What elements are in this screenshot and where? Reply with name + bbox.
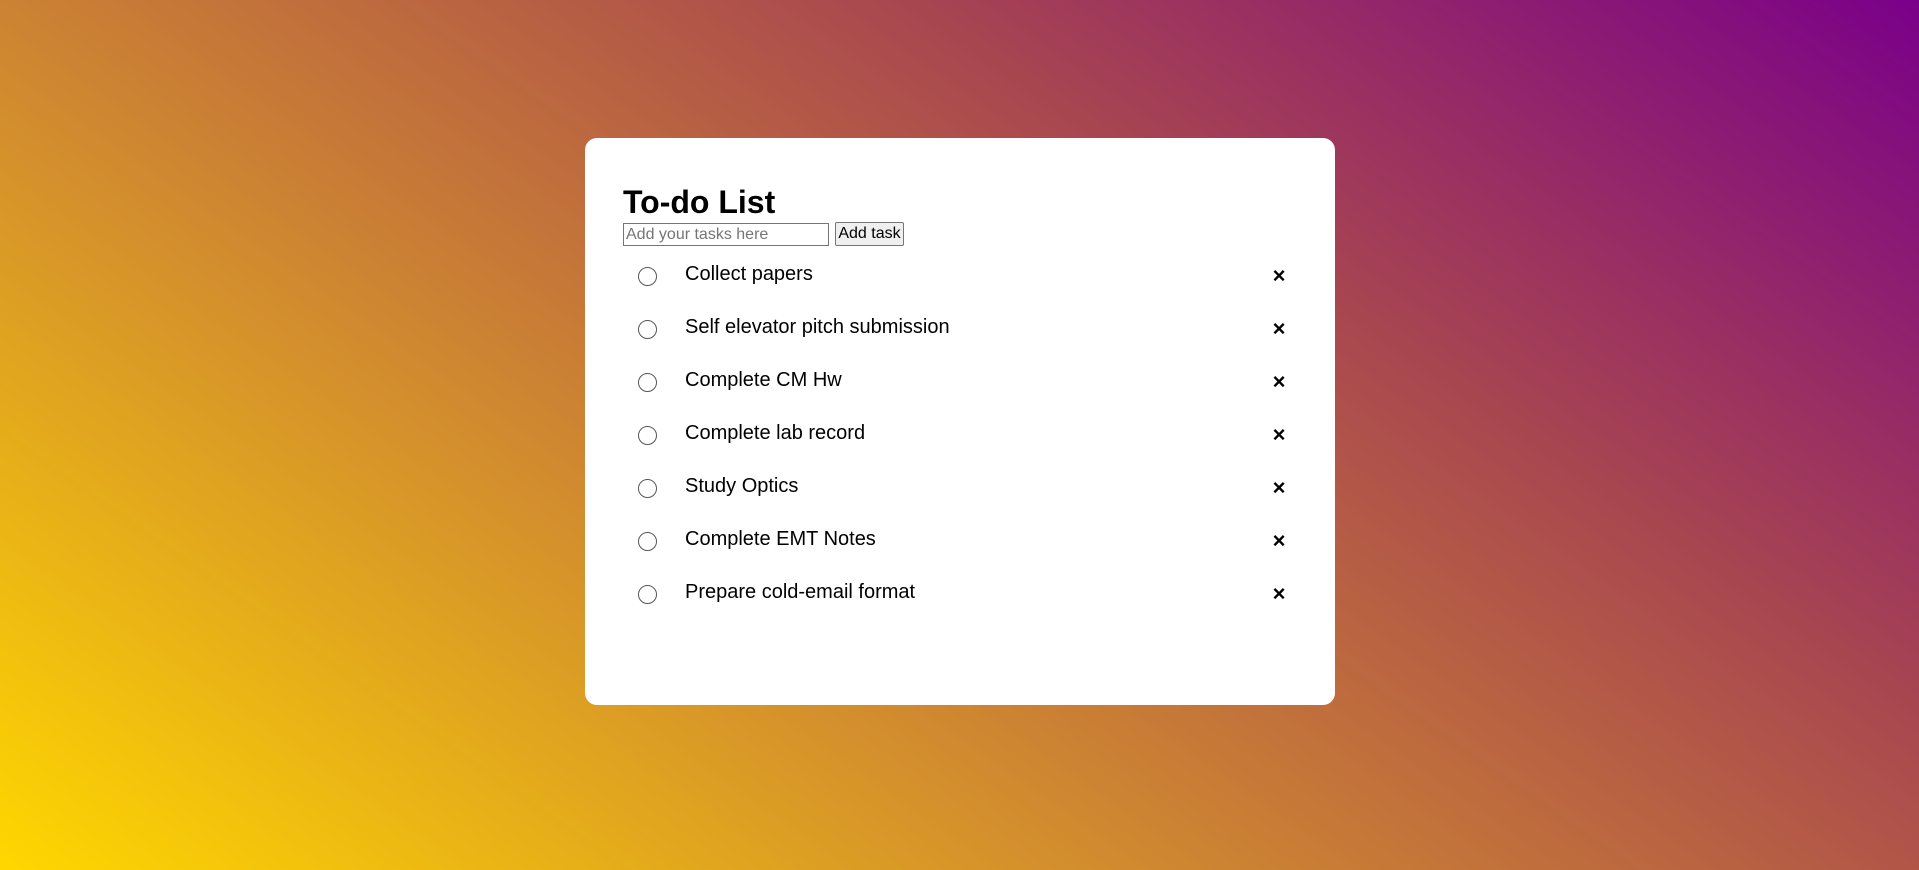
task-label[interactable]: Study Optics [685, 468, 798, 504]
unchecked-circle-icon[interactable] [638, 320, 657, 339]
page-title: To-do List [623, 184, 776, 220]
todo-card: To-do List Add task Collect papers × Sel… [585, 138, 1335, 705]
close-icon[interactable]: × [1261, 258, 1297, 294]
unchecked-circle-icon[interactable] [638, 426, 657, 445]
task-label[interactable]: Prepare cold-email format [685, 574, 915, 610]
unchecked-circle-icon[interactable] [638, 532, 657, 551]
close-icon[interactable]: × [1261, 523, 1297, 559]
task-item[interactable]: Complete lab record × [623, 415, 1297, 468]
task-item[interactable]: Study Optics × [623, 468, 1297, 521]
task-label[interactable]: Collect papers [685, 256, 813, 292]
close-icon[interactable]: × [1261, 364, 1297, 400]
close-icon[interactable]: × [1261, 311, 1297, 347]
task-item[interactable]: Self elevator pitch submission × [623, 309, 1297, 362]
task-item[interactable]: Prepare cold-email format × [623, 574, 1297, 627]
task-list: Collect papers × Self elevator pitch sub… [623, 256, 1297, 627]
task-label[interactable]: Complete EMT Notes [685, 521, 876, 557]
close-icon[interactable]: × [1261, 470, 1297, 506]
unchecked-circle-icon[interactable] [638, 373, 657, 392]
task-label[interactable]: Self elevator pitch submission [685, 309, 950, 345]
unchecked-circle-icon[interactable] [638, 267, 657, 286]
task-label[interactable]: Complete lab record [685, 415, 865, 451]
task-item[interactable]: Complete EMT Notes × [623, 521, 1297, 574]
close-icon[interactable]: × [1261, 576, 1297, 612]
add-task-button[interactable]: Add task [835, 222, 904, 246]
task-label[interactable]: Complete CM Hw [685, 362, 842, 398]
task-item[interactable]: Collect papers × [623, 256, 1297, 309]
close-icon[interactable]: × [1261, 417, 1297, 453]
unchecked-circle-icon[interactable] [638, 585, 657, 604]
unchecked-circle-icon[interactable] [638, 479, 657, 498]
task-item[interactable]: Complete CM Hw × [623, 362, 1297, 415]
task-input[interactable] [623, 223, 829, 246]
